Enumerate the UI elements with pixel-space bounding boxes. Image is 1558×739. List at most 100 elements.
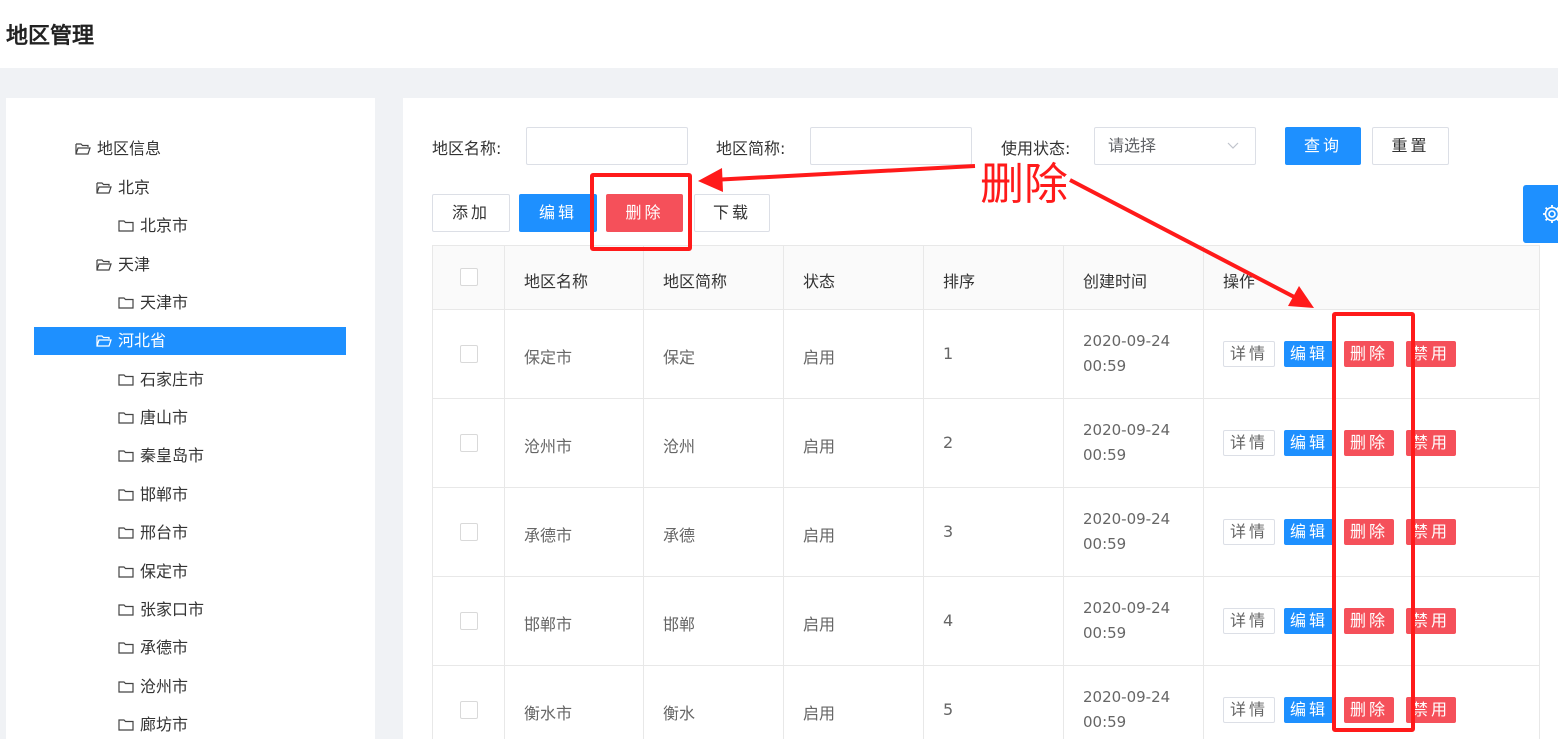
region-order: 1 [943, 344, 954, 363]
created-date: 2020-09-24 [1083, 688, 1171, 706]
region-order: 2 [943, 433, 954, 452]
folder-open-icon [96, 182, 112, 194]
row-checkbox[interactable] [460, 612, 478, 630]
header-cell: 状态 [784, 246, 924, 309]
row-disable-button[interactable]: 禁用 [1406, 519, 1456, 545]
row-delete-button[interactable]: 删除 [1344, 608, 1394, 634]
status-select[interactable]: 请选择 [1094, 127, 1256, 165]
region-name: 邯郸市 [524, 615, 573, 634]
region-table: 地区名称 地区简称 状态 排序 创建时间 操作 保定市 保定 启用 1 2020… [432, 245, 1540, 739]
row-delete-button[interactable]: 删除 [1344, 697, 1394, 723]
folder-icon [118, 604, 134, 616]
folder-icon [118, 220, 134, 232]
check-cell [433, 310, 505, 398]
tree-node-langfang[interactable]: 廊坊市 [118, 711, 188, 739]
status-label: 使用状态: [1001, 139, 1071, 158]
tree-node-xingtai[interactable]: 邢台市 [118, 519, 188, 547]
region-status: 启用 [803, 437, 836, 456]
tree-node-beijing[interactable]: 北京 [96, 174, 150, 202]
reset-button[interactable]: 重置 [1372, 127, 1449, 165]
name-cell: 邯郸市 [505, 577, 644, 665]
tree-node-label: 唐山市 [140, 408, 189, 427]
detail-button[interactable]: 详情 [1223, 697, 1275, 723]
edit-button[interactable]: 编辑 [519, 194, 597, 232]
status-cell: 启用 [784, 577, 924, 665]
tree-node-qinhuangdao[interactable]: 秦皇岛市 [118, 442, 204, 470]
name-cell: 沧州市 [505, 399, 644, 487]
tree-node-tianjin-city[interactable]: 天津市 [118, 289, 188, 317]
folder-icon [118, 719, 134, 731]
created-time: 00:59 [1083, 624, 1127, 642]
tree-node-label: 秦皇岛市 [140, 446, 205, 465]
download-button[interactable]: 下载 [694, 194, 770, 232]
folder-icon [118, 489, 134, 501]
tree-node-tangshan[interactable]: 唐山市 [118, 404, 188, 432]
tree-node-beijing-city[interactable]: 北京市 [118, 212, 188, 240]
query-button[interactable]: 查询 [1285, 127, 1361, 165]
detail-button[interactable]: 详情 [1223, 430, 1275, 456]
region-status: 启用 [803, 348, 836, 367]
row-disable-button[interactable]: 禁用 [1406, 430, 1456, 456]
add-button[interactable]: 添加 [432, 194, 510, 232]
abbr-cell: 邯郸 [644, 577, 784, 665]
table-row: 保定市 保定 启用 1 2020-09-24 00:59 详情 编辑 删除 禁用 [433, 310, 1539, 399]
tree-node-root[interactable]: 地区信息 [75, 135, 161, 163]
settings-button[interactable] [1523, 185, 1558, 243]
row-delete-button[interactable]: 删除 [1344, 430, 1394, 456]
tree-node-label: 保定市 [140, 562, 189, 581]
row-edit-button[interactable]: 编辑 [1284, 430, 1334, 456]
folder-icon [118, 566, 134, 578]
row-edit-button[interactable]: 编辑 [1284, 608, 1334, 634]
row-edit-button[interactable]: 编辑 [1284, 519, 1334, 545]
row-disable-button[interactable]: 禁用 [1406, 697, 1456, 723]
delete-button[interactable]: 删除 [606, 194, 683, 232]
header-cell: 创建时间 [1064, 246, 1204, 309]
tree-node-label: 石家庄市 [140, 370, 205, 389]
tree-node-baoding[interactable]: 保定市 [118, 558, 188, 586]
tree-node-chengde[interactable]: 承德市 [118, 634, 188, 662]
region-order: 3 [943, 522, 954, 541]
region-name-input[interactable] [526, 127, 688, 165]
tree-node-cangzhou[interactable]: 沧州市 [118, 673, 188, 701]
region-status: 启用 [803, 704, 836, 723]
row-disable-button[interactable]: 禁用 [1406, 608, 1456, 634]
chevron-down-icon [1227, 142, 1239, 149]
tree-node-label: 承德市 [140, 638, 189, 657]
created-time: 00:59 [1083, 713, 1127, 731]
row-delete-button[interactable]: 删除 [1344, 519, 1394, 545]
folder-icon [118, 450, 134, 462]
created-cell: 2020-09-24 00:59 [1064, 399, 1204, 487]
folder-open-icon [96, 259, 112, 271]
check-cell [433, 666, 505, 739]
region-abbr-input[interactable] [810, 127, 972, 165]
row-checkbox[interactable] [460, 523, 478, 541]
tree-node-hebei[interactable]: 河北省 [34, 327, 346, 355]
folder-open-icon [96, 335, 112, 347]
tree-node-label: 廊坊市 [140, 715, 189, 734]
row-disable-button[interactable]: 禁用 [1406, 341, 1456, 367]
actions-cell: 详情 编辑 删除 禁用 [1204, 488, 1539, 576]
tree-node-tianjin[interactable]: 天津 [96, 251, 150, 279]
tree-node-zhangjiakou[interactable]: 张家口市 [118, 596, 204, 624]
tree-node-label: 北京市 [140, 216, 189, 235]
tree-node-handan[interactable]: 邯郸市 [118, 481, 188, 509]
detail-button[interactable]: 详情 [1223, 608, 1275, 634]
tree-node-shijiazhuang[interactable]: 石家庄市 [118, 366, 204, 394]
select-all-checkbox[interactable] [460, 268, 478, 286]
region-tree-panel [6, 98, 375, 739]
region-status: 启用 [803, 526, 836, 545]
detail-button[interactable]: 详情 [1223, 519, 1275, 545]
check-cell [433, 399, 505, 487]
column-header: 操作 [1223, 272, 1256, 291]
row-checkbox[interactable] [460, 434, 478, 452]
actions-cell: 详情 编辑 删除 禁用 [1204, 577, 1539, 665]
row-checkbox[interactable] [460, 701, 478, 719]
column-header: 状态 [803, 272, 836, 291]
region-name: 保定市 [524, 348, 573, 367]
row-delete-button[interactable]: 删除 [1344, 341, 1394, 367]
row-checkbox[interactable] [460, 345, 478, 363]
order-cell: 3 [924, 488, 1064, 576]
row-edit-button[interactable]: 编辑 [1284, 341, 1334, 367]
row-edit-button[interactable]: 编辑 [1284, 697, 1334, 723]
detail-button[interactable]: 详情 [1223, 341, 1275, 367]
